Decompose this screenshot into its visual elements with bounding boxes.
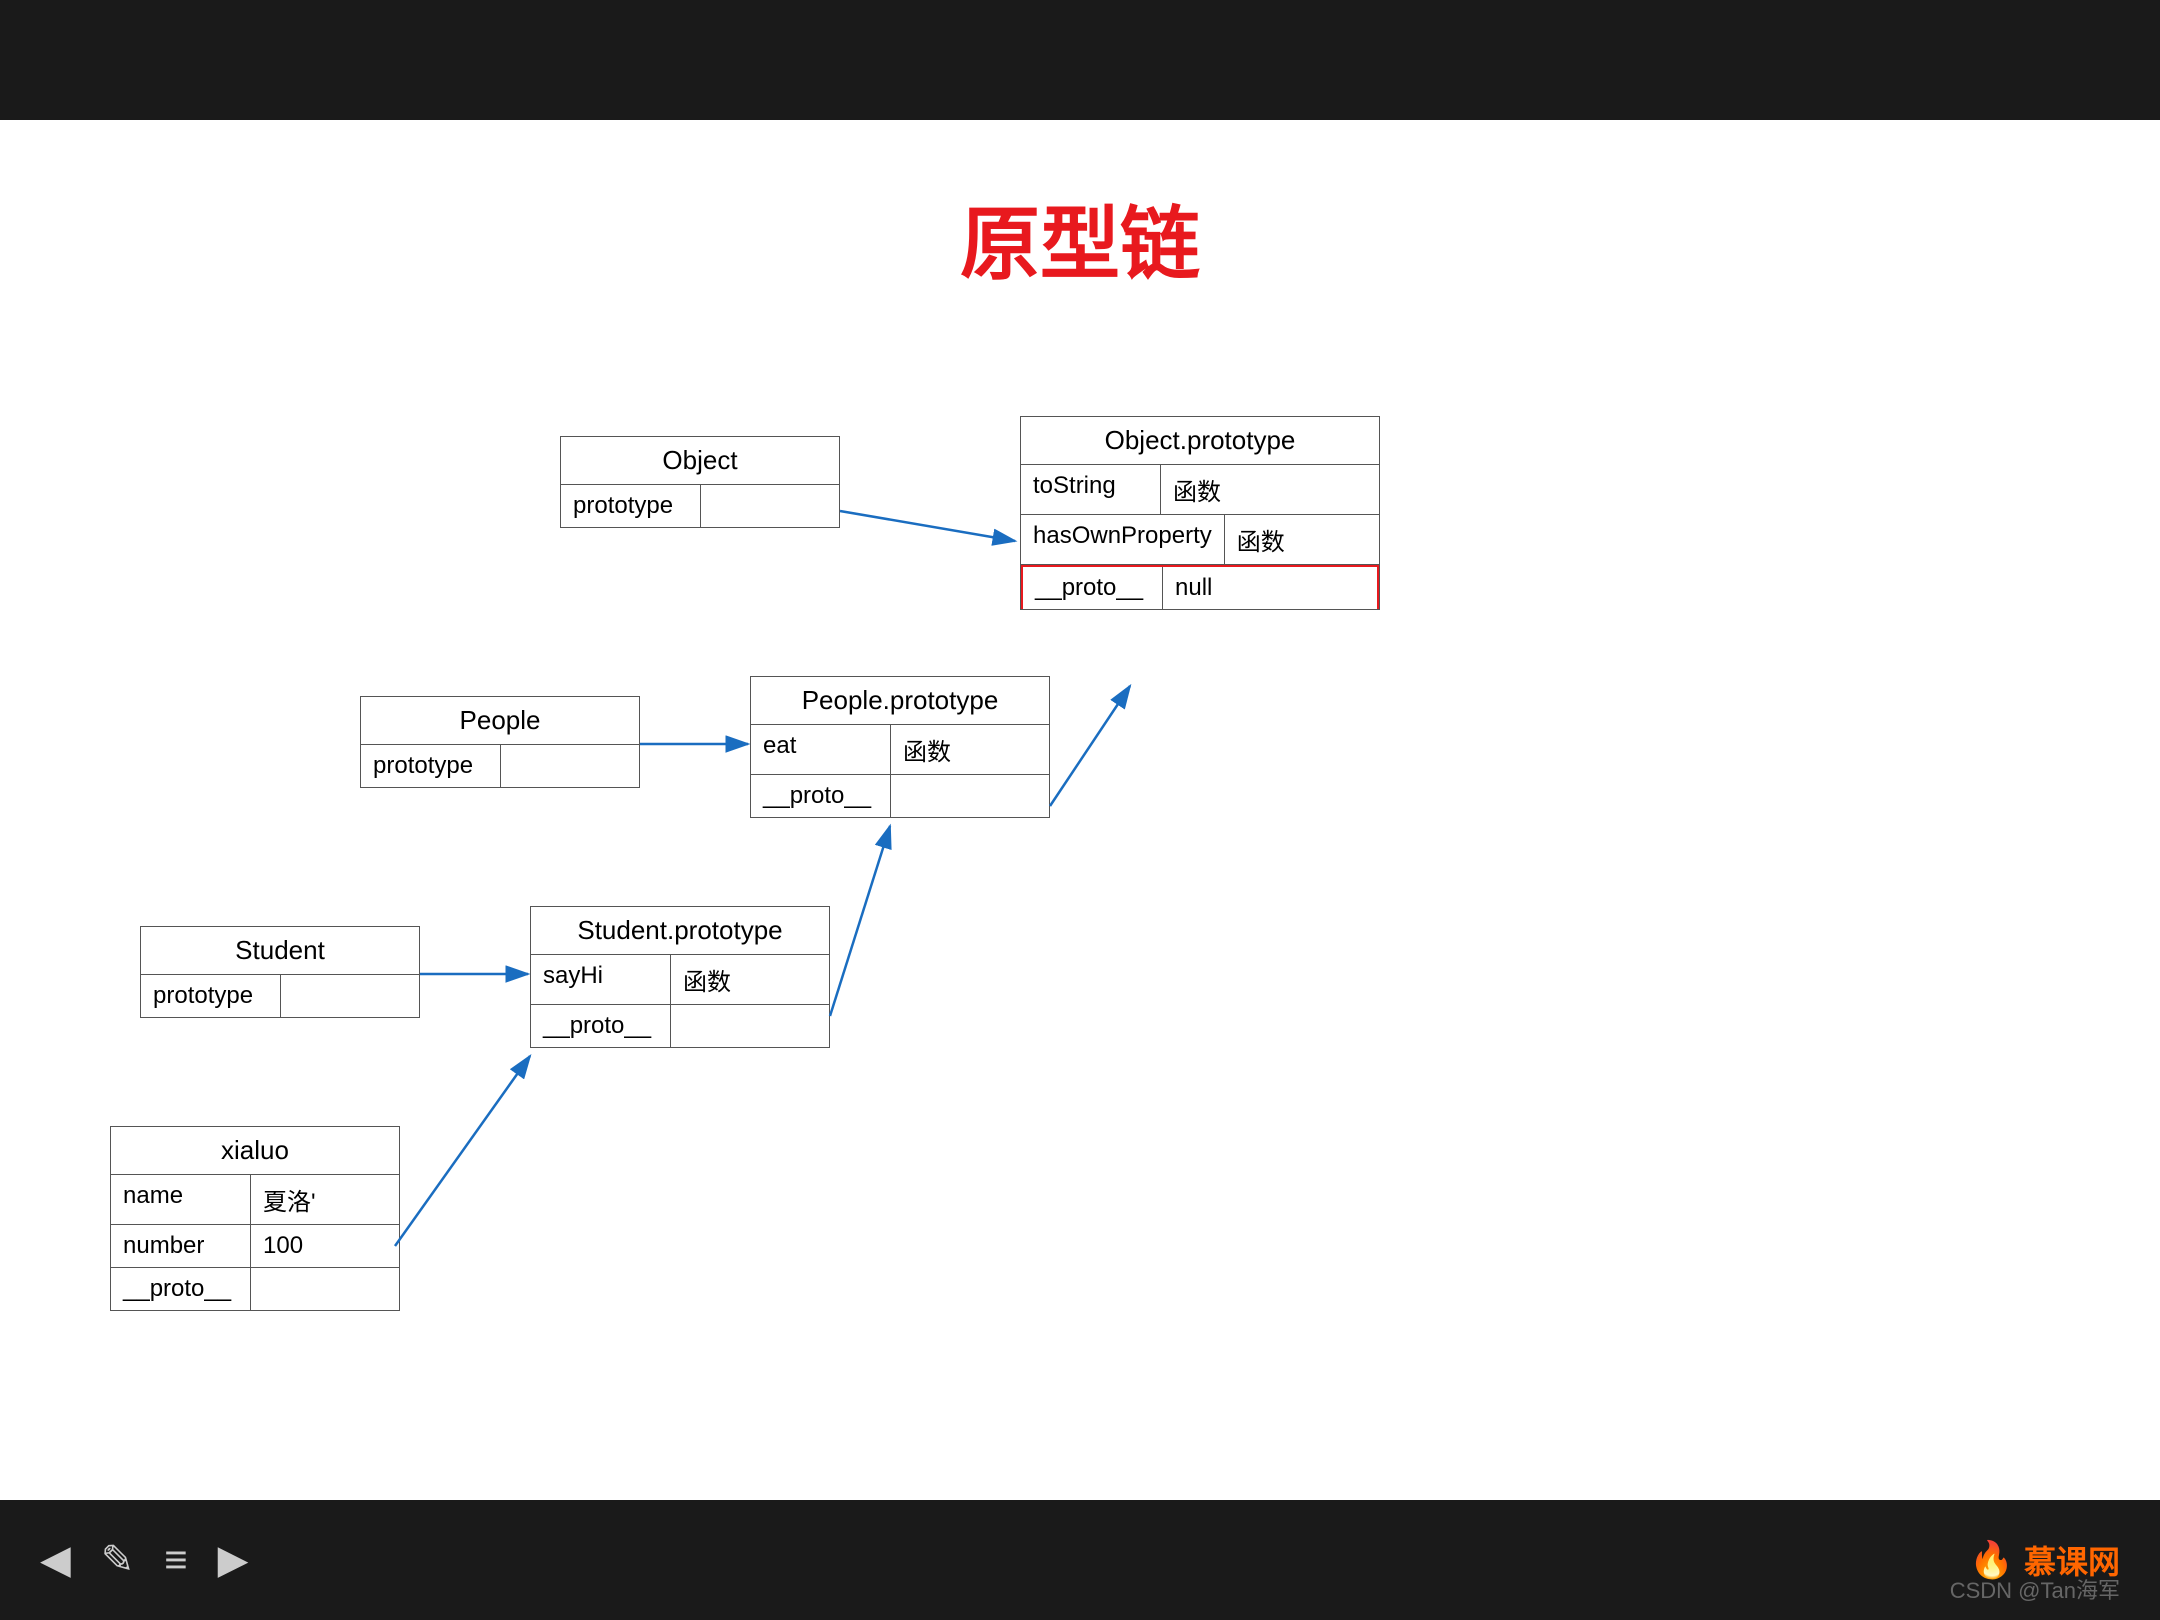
object-cell-prototype-value [701,485,821,527]
op-cell-tostring-value: 函数 [1161,465,1281,514]
people-cell-prototype-label: prototype [361,745,501,787]
op-cell-hasown-label: hasOwnProperty [1021,515,1225,564]
sp-cell-sayhi-label: sayHi [531,955,671,1004]
nav-icons: ◀ ✎ ≡ ▶ [40,1537,248,1583]
object-prototype-title: Object.prototype [1021,417,1379,465]
pp-row-proto: __proto__ [751,775,1049,817]
student-title: Student [141,927,419,975]
xialuo-box: xialuo name 夏洛' number 100 __proto__ [110,1126,400,1311]
sp-row-proto: __proto__ [531,1005,829,1047]
op-row-proto: __proto__ null [1021,565,1379,609]
sp-cell-proto-label: __proto__ [531,1005,671,1047]
pp-cell-eat-label: eat [751,725,891,774]
pp-cell-proto-value [891,775,1011,817]
xl-cell-name-label: name [111,1175,251,1224]
edit-button[interactable]: ✎ [101,1537,135,1583]
pp-row-eat: eat 函数 [751,725,1049,775]
xl-row-name: name 夏洛' [111,1175,399,1225]
op-row-tostring: toString 函数 [1021,465,1379,515]
student-row-prototype: prototype [141,975,419,1017]
xl-row-proto: __proto__ [111,1268,399,1310]
xl-cell-proto-label: __proto__ [111,1268,251,1310]
object-title: Object [561,437,839,485]
people-box: People prototype [360,696,640,788]
people-prototype-title: People.prototype [751,677,1049,725]
sp-cell-proto-value [671,1005,791,1047]
main-content: 原型链 Object prototype Object.prototype to… [0,120,2160,1500]
diagram-area: Object prototype Object.prototype toStri… [0,336,2160,1516]
xl-cell-number-label: number [111,1225,251,1267]
object-prototype-box: Object.prototype toString 函数 hasOwnPrope… [1020,416,1380,610]
forward-button[interactable]: ▶ [218,1537,249,1583]
xl-cell-name-value: 夏洛' [251,1175,371,1224]
student-box: Student prototype [140,926,420,1018]
pp-cell-proto-label: __proto__ [751,775,891,817]
bottom-bar: ◀ ✎ ≡ ▶ 🔥 慕课网 [0,1500,2160,1620]
sp-cell-sayhi-value: 函数 [671,955,791,1004]
sp-row-sayhi: sayHi 函数 [531,955,829,1005]
student-prototype-title: Student.prototype [531,907,829,955]
op-cell-proto-label: __proto__ [1023,567,1163,609]
xl-cell-number-value: 100 [251,1225,371,1267]
xl-cell-proto-value [251,1268,371,1310]
people-title: People [361,697,639,745]
op-row-hasown: hasOwnProperty 函数 [1021,515,1379,565]
op-cell-tostring-label: toString [1021,465,1161,514]
back-button[interactable]: ◀ [40,1537,71,1583]
people-row-prototype: prototype [361,745,639,787]
page-title: 原型链 [0,120,2160,336]
people-cell-prototype-value [501,745,621,787]
menu-button[interactable]: ≡ [164,1538,187,1583]
xialuo-title: xialuo [111,1127,399,1175]
object-box: Object prototype [560,436,840,528]
pp-cell-eat-value: 函数 [891,725,1011,774]
student-cell-prototype-value [281,975,401,1017]
watermark: CSDN @Tan海军 [1950,1573,2120,1605]
object-row-prototype: prototype [561,485,839,527]
student-cell-prototype-label: prototype [141,975,281,1017]
object-cell-prototype-label: prototype [561,485,701,527]
xl-row-number: number 100 [111,1225,399,1268]
people-prototype-box: People.prototype eat 函数 __proto__ [750,676,1050,818]
student-prototype-box: Student.prototype sayHi 函数 __proto__ [530,906,830,1048]
op-cell-hasown-value: 函数 [1225,515,1345,564]
op-cell-proto-value: null [1163,567,1283,609]
